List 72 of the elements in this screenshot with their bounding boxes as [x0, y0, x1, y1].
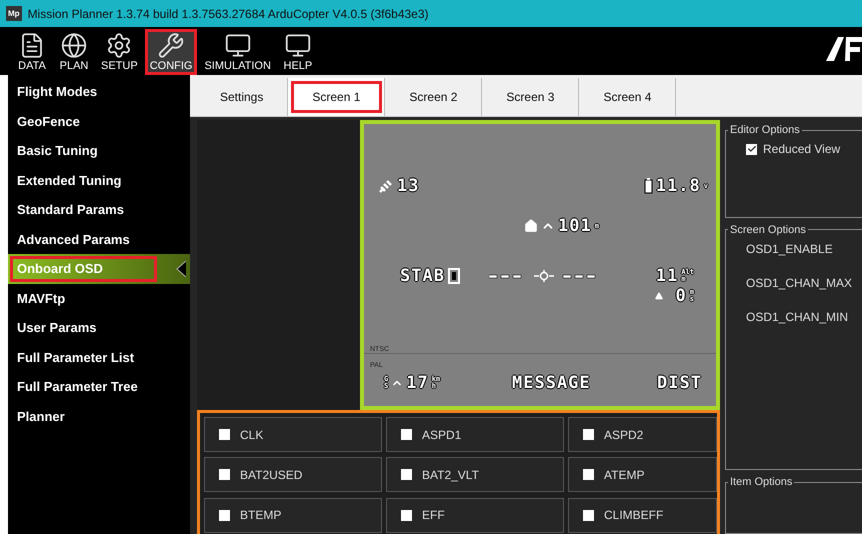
satellite-icon [378, 178, 394, 194]
group-title: Screen Options [729, 224, 807, 236]
item-toggle[interactable]: ATEMP [568, 457, 717, 492]
sidebar-item[interactable]: Extended Tuning [10, 167, 157, 194]
globe-icon [59, 32, 89, 59]
sidebar-item[interactable]: Advanced Params [10, 226, 157, 252]
checkbox[interactable] [401, 510, 412, 521]
window-title: Mission Planner 1.3.74 build 1.3.7563.27684 ArduCopter V4.0.5 (3f6b43e3) [28, 6, 429, 20]
osd-value: DIST [657, 373, 702, 393]
toolbar-button[interactable]: HELP [278, 29, 318, 75]
sidebar-item[interactable]: Full Parameter List [10, 344, 157, 370]
sidebar-item[interactable]: User Params [10, 314, 157, 341]
item-toggle[interactable]: EFF [386, 498, 564, 533]
battery-icon [644, 178, 653, 194]
sidebar-item[interactable]: Basic Tuning [10, 138, 157, 164]
checkbox[interactable] [583, 429, 594, 440]
osd-value: MESSAGE [512, 373, 591, 393]
item-label: BAT2_VLT [422, 468, 479, 482]
osd-value: 11 [656, 266, 678, 286]
item-toggle[interactable]: ASPD2 [568, 417, 717, 452]
sidebar-item[interactable]: GeoFence [10, 108, 157, 134]
item-toggle[interactable]: BTEMP [204, 498, 382, 533]
osd-value: 13 [397, 176, 420, 196]
sidebar-item[interactable]: Standard Params [10, 196, 157, 223]
osd-value: 17 [406, 373, 429, 393]
checkbox-label: Reduced View [763, 142, 840, 156]
osd-value: STAB [400, 266, 445, 286]
checkbox[interactable] [219, 429, 230, 440]
toolbar-button[interactable]: PLAN [54, 29, 94, 75]
item-label: EFF [422, 508, 445, 522]
parameter-label: OSD1_CHAN_MIN [746, 310, 850, 324]
checkbox[interactable] [219, 469, 230, 480]
checkbox[interactable] [583, 469, 594, 480]
item-label: ATEMP [604, 468, 644, 482]
item-label: BTEMP [240, 508, 282, 522]
osd-value: 0 [676, 286, 687, 306]
item-toggle[interactable]: ASPD1 [386, 417, 564, 452]
checkbox[interactable] [401, 469, 412, 480]
item-toggle[interactable]: CLK [204, 417, 382, 452]
item-label: CLIMBEFF [604, 508, 664, 522]
parameter-label: OSD1_CHAN_MAX [746, 276, 854, 290]
toolbar-button[interactable]: DATA [12, 29, 52, 75]
item-toggle[interactable]: BAT2_VLT [386, 457, 564, 492]
triangle-icon [654, 292, 663, 300]
parameter-label: OSD1_ENABLE [746, 242, 834, 256]
sidebar-item[interactable]: Planner [10, 403, 157, 430]
item-toggle[interactable]: CLIMBEFF [568, 498, 717, 533]
toolbar-button[interactable]: SETUP [96, 29, 143, 75]
home-icon [524, 219, 538, 233]
item-label: ASPD1 [422, 428, 462, 442]
item-label: CLK [240, 428, 264, 442]
checkbox[interactable] [401, 429, 412, 440]
checkbox[interactable] [746, 144, 757, 154]
checkbox[interactable] [583, 510, 594, 521]
sidebar-item[interactable]: Onboard OSD [10, 256, 157, 282]
sidebar-item[interactable]: Flight Modes [10, 78, 157, 105]
tab[interactable]: Screen 1 [288, 78, 386, 116]
group-title: Editor Options [729, 124, 801, 136]
checkbox[interactable] [219, 510, 230, 521]
sidebar-item[interactable]: MAVFtp [10, 285, 157, 312]
item-toggle[interactable]: BAT2USED [204, 457, 382, 492]
item-label: ASPD2 [604, 428, 644, 442]
group-title: Item Options [729, 476, 794, 488]
app-icon: Mp [6, 6, 22, 21]
sidebar-item[interactable]: Full Parameter Tree [10, 374, 157, 400]
toolbar-button[interactable]: CONFIG [144, 29, 198, 75]
toolbar-button[interactable]: SIMULATION [199, 29, 276, 75]
item-label: BAT2USED [240, 468, 302, 482]
osd-value: 11.8 [656, 176, 701, 196]
logo-icon [826, 37, 862, 61]
osd-value: 101 [558, 216, 592, 236]
caret-icon [176, 261, 186, 277]
